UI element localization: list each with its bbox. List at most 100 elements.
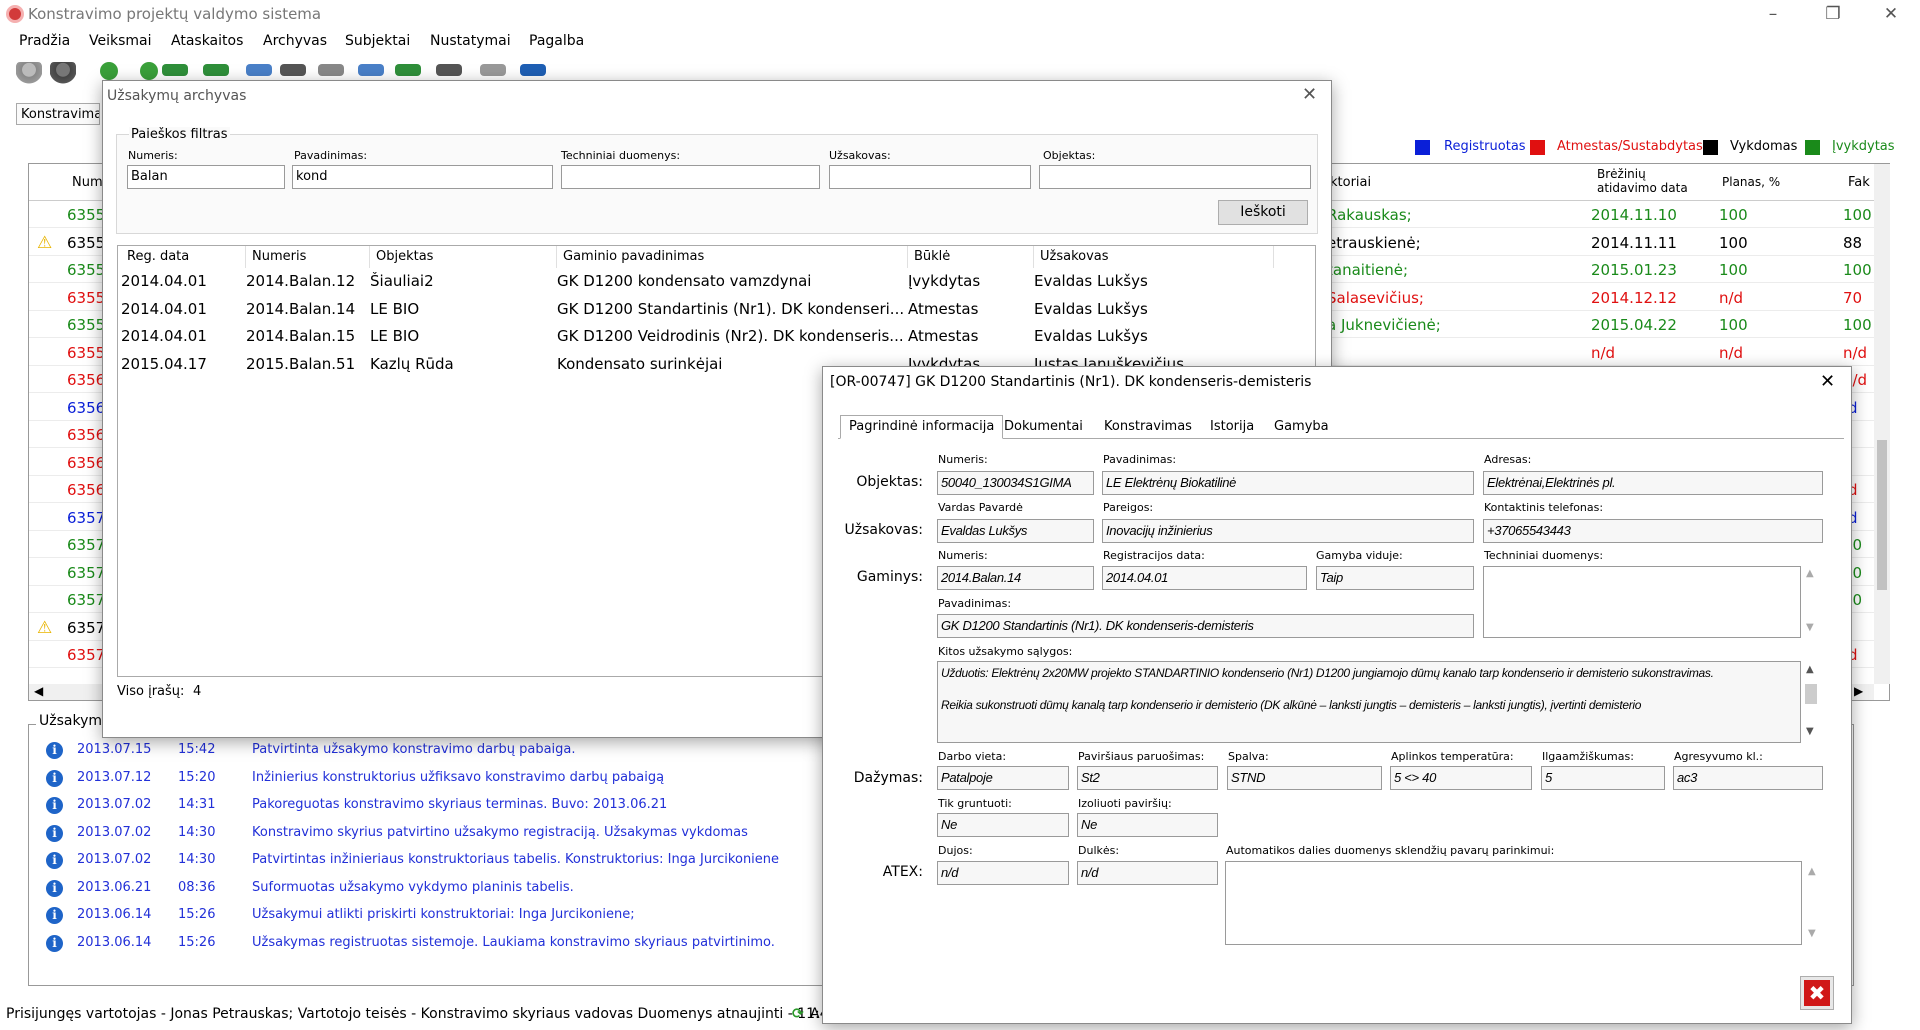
monitor-icon[interactable]	[280, 64, 306, 76]
report-icon[interactable]	[436, 64, 462, 76]
kitos-salygos-field[interactable]: Užduotis: Elektrėnų 2x20MW projekto STAN…	[937, 661, 1801, 743]
scroll-right-icon[interactable]: ▶	[1854, 684, 1863, 698]
grid-row-numeris[interactable]: 6356	[67, 399, 105, 417]
grid-row-numeris[interactable]: 6355	[67, 289, 105, 307]
archive-cell[interactable]: Evaldas Lukšys	[1034, 272, 1274, 290]
orders-grid-vscroll[interactable]	[1874, 164, 1890, 684]
dujos-field[interactable]: n/d	[937, 861, 1069, 885]
grid-row-numeris[interactable]: 6355	[67, 316, 105, 334]
close-detail-button[interactable]: ✖	[1800, 976, 1834, 1010]
grid-row-faktas[interactable]: 100	[1843, 261, 1872, 279]
tik-gruntuoti-field[interactable]: Ne	[937, 813, 1069, 837]
archive-close-icon[interactable]: ✕	[1302, 84, 1317, 105]
col-gaminio-pavadinimas[interactable]: Gaminio pavadinimas	[557, 246, 908, 268]
grid-row-konstruktoriai[interactable]: a Juknevičienė;	[1327, 316, 1441, 334]
col-uzsakovas[interactable]: Užsakovas	[1034, 246, 1274, 268]
ilgaamziskumas-field[interactable]: 5	[1541, 766, 1665, 790]
user-remove-icon[interactable]	[50, 62, 76, 88]
grid-row-planas[interactable]: n/d	[1719, 289, 1743, 307]
darbo-vieta-field[interactable]: Patalpoje	[937, 766, 1069, 790]
col-header-faktas[interactable]: Fak	[1848, 175, 1870, 190]
tech-scroll-up-icon[interactable]: ▲	[1806, 568, 1814, 579]
orders-grid-vscroll-thumb[interactable]	[1877, 440, 1887, 590]
uzsakovas-pareigos-field[interactable]: Inovacijų inžinierius	[1102, 519, 1474, 543]
archive-cell[interactable]: Šiauliai2	[370, 272, 557, 290]
archive-cell[interactable]: 2015.Balan.51	[246, 355, 370, 373]
archive-cell[interactable]: 2014.04.01	[121, 327, 246, 345]
dulkes-field[interactable]: n/d	[1077, 861, 1218, 885]
gaminys-tech-field[interactable]	[1483, 566, 1801, 638]
archive-cell[interactable]: LE BIO	[370, 300, 557, 318]
archive-icon[interactable]	[358, 64, 384, 76]
archive-cell[interactable]: 2014.04.01	[121, 300, 246, 318]
col-numeris[interactable]: Numeris	[246, 246, 370, 268]
archive-cell[interactable]: Atmestas	[908, 300, 1034, 318]
menu-archyvas[interactable]: Archyvas	[263, 33, 327, 49]
objektas-adresas-field[interactable]: Elektrėnai,Elektrinės pl.	[1483, 471, 1823, 495]
grid-row-konstruktoriai[interactable]: Salasevičius;	[1327, 289, 1424, 307]
menu-pagalba[interactable]: Pagalba	[529, 33, 584, 49]
grid-row-numeris[interactable]: 6357	[67, 509, 105, 527]
menu-subjektai[interactable]: Subjektai	[345, 33, 410, 49]
menu-veiksmai[interactable]: Veiksmai	[89, 33, 152, 49]
archive-cell[interactable]: 2015.04.17	[121, 355, 246, 373]
filter-objektas-input[interactable]	[1039, 165, 1311, 189]
minimize-button[interactable]: –	[1750, 0, 1796, 30]
grid-row-data[interactable]: 2014.11.11	[1591, 234, 1677, 252]
grid-row-numeris[interactable]: 6357	[67, 646, 105, 664]
close-window-button[interactable]: ✕	[1868, 0, 1914, 30]
grid-row-planas[interactable]: 100	[1719, 206, 1748, 224]
grid-row-numeris[interactable]: 6356	[67, 481, 105, 499]
archive-cell[interactable]: 2014.Balan.12	[246, 272, 370, 290]
tab-dokumentai[interactable]: Dokumentai	[995, 415, 1092, 439]
archive-cell[interactable]: GK D1200 Standartinis (Nr1). DK kondense…	[557, 300, 908, 318]
pavirsiaus-paruosimas-field[interactable]: St2	[1077, 766, 1218, 790]
gaminys-gamyba-field[interactable]: Taip	[1316, 566, 1474, 590]
kitos-scroll-thumb[interactable]	[1805, 684, 1817, 704]
grid-row-konstruktoriai[interactable]: tanaitienė;	[1327, 261, 1408, 279]
grid-row-planas[interactable]: 100	[1719, 261, 1748, 279]
col-bukle[interactable]: Būklė	[908, 246, 1034, 268]
menu-pradzia[interactable]: Pradžia	[19, 33, 70, 49]
add-icon[interactable]	[100, 62, 118, 80]
archive-cell[interactable]: Evaldas Lukšys	[1034, 300, 1274, 318]
menu-ataskaitos[interactable]: Ataskaitos	[171, 33, 243, 49]
grid-row-numeris[interactable]: 6357	[67, 536, 105, 554]
spalva-field[interactable]: STND	[1227, 766, 1382, 790]
filter-uzsakovas-input[interactable]	[829, 165, 1031, 189]
tech-scroll-down-icon[interactable]: ▼	[1806, 622, 1814, 633]
archive-cell[interactable]: Įvykdytas	[908, 272, 1034, 290]
tab-gamyba[interactable]: Gamyba	[1265, 415, 1338, 439]
grid-row-numeris[interactable]: 6355	[67, 261, 105, 279]
grid-row-data[interactable]: 2014.12.12	[1591, 289, 1677, 307]
auto-scroll-down-icon[interactable]: ▼	[1808, 928, 1816, 939]
grid-row-numeris[interactable]: 6355	[67, 344, 105, 362]
grid-row-faktas[interactable]: 100	[1843, 206, 1872, 224]
uzsakovas-telefonas-field[interactable]: +37065543443	[1483, 519, 1823, 543]
refresh-icon[interactable]	[395, 64, 421, 76]
scroll-left-icon[interactable]: ◀	[34, 684, 43, 698]
grid-row-planas[interactable]: 100	[1719, 316, 1748, 334]
folder-icon[interactable]	[246, 64, 272, 76]
gaminys-pavadinimas-field[interactable]: GK D1200 Standartinis (Nr1). DK kondense…	[937, 614, 1474, 638]
filter-pavadinimas-input[interactable]: kond	[292, 165, 553, 189]
archive-cell[interactable]: GK D1200 kondensato vamzdynai	[557, 272, 908, 290]
objektas-numeris-field[interactable]: 50040_130034S1GIMA	[937, 471, 1094, 495]
help-icon[interactable]	[520, 64, 546, 76]
gaminys-numeris-field[interactable]: 2014.Balan.14	[937, 566, 1094, 590]
grid-row-numeris[interactable]: 6357	[67, 591, 105, 609]
grid-row-numeris[interactable]: 6357	[67, 619, 105, 637]
gaminys-registracija-field[interactable]: 2014.04.01	[1102, 566, 1307, 590]
grid-row-konstruktoriai[interactable]: Rakauskas;	[1327, 206, 1412, 224]
grid-row-data[interactable]: 2014.11.10	[1591, 206, 1677, 224]
tab-istorija[interactable]: Istorija	[1201, 415, 1263, 439]
grid-row-konstruktoriai[interactable]: etrauskienė;	[1327, 234, 1421, 252]
grid-row-numeris[interactable]: 6355	[67, 206, 105, 224]
archive-cell[interactable]: 2014.Balan.15	[246, 327, 370, 345]
col-header-planas[interactable]: Planas, %	[1722, 175, 1781, 189]
search-button[interactable]: Ieškoti	[1218, 200, 1308, 225]
print-icon[interactable]	[318, 64, 344, 76]
archive-cell[interactable]: Atmestas	[908, 327, 1034, 345]
restore-button[interactable]: ❐	[1810, 0, 1856, 30]
col-header-konstruktoriai[interactable]: ktoriai	[1330, 175, 1372, 190]
